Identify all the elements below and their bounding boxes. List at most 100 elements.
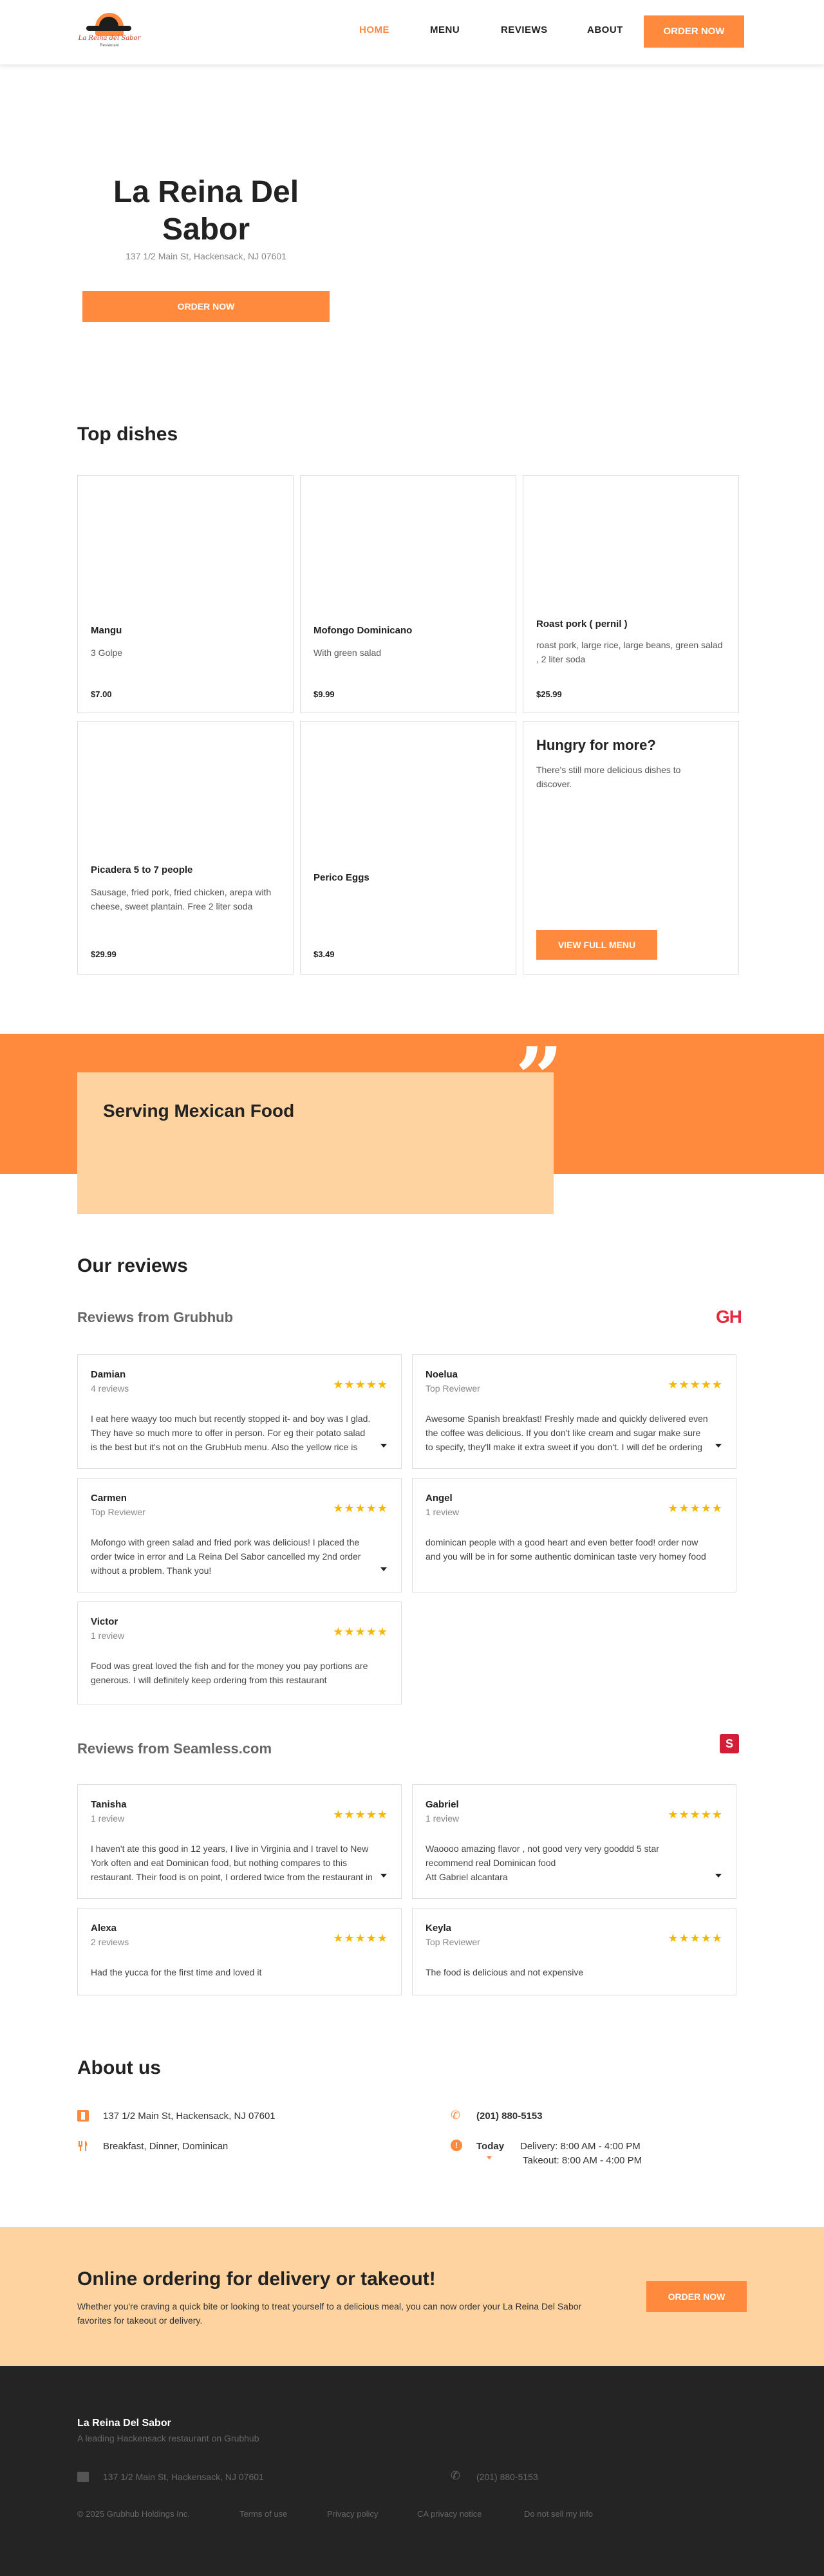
reviewer-meta: 2 reviews [91, 1937, 129, 1947]
footer-link-terms[interactable]: Terms of use [239, 2509, 287, 2519]
dish-description: Sausage, fried pork, fried chicken, arep… [91, 887, 272, 911]
more-dishes-title: Hungry for more? [536, 737, 656, 753]
footer-link-ca-privacy[interactable]: CA privacy notice [417, 2509, 482, 2519]
reviewer-name: Victor [91, 1616, 118, 1627]
footer-phone-icon: ✆ [451, 2469, 461, 2482]
seamless-logo-icon: S [720, 1734, 739, 1753]
reviewer-name: Alexa [91, 1923, 117, 1934]
phone-icon: ✆ [451, 2109, 461, 2122]
reviewer-name: Damian [91, 1369, 126, 1380]
review-card: Keyla Top Reviewer ★★★★★ The food is del… [412, 1908, 736, 1995]
footer-address: 137 1/2 Main St, Hackensack, NJ 07601 [103, 2472, 264, 2482]
map-icon [77, 2110, 89, 2122]
promo-box: Serving Mexican Food [77, 1072, 554, 1214]
hero-address: 137 1/2 Main St, Hackensack, NJ 07601 [126, 251, 286, 261]
clock-icon: ! [451, 2140, 462, 2151]
grubhub-logo-icon: GH [716, 1307, 742, 1327]
reviewer-name: Tanisha [91, 1799, 127, 1810]
reviewer-meta: 1 review [426, 1507, 460, 1517]
review-text: I haven't ate this good in 12 years, I l… [91, 1843, 373, 1882]
reviewer-meta: Top Reviewer [91, 1507, 145, 1517]
expand-caret-icon[interactable] [715, 1874, 722, 1878]
fork-knife-icon [79, 2141, 88, 2151]
reviewer-name: Keyla [426, 1923, 452, 1934]
site-footer: La Reina Del Sabor A leading Hackensack … [0, 2366, 824, 2576]
star-rating: ★★★★★ [668, 1808, 723, 1821]
seamless-reviews-heading: Reviews from Seamless.com [77, 1741, 272, 1757]
star-rating: ★★★★★ [333, 1378, 388, 1391]
nav-reviews[interactable]: REVIEWS [501, 24, 548, 35]
footer-tagline: A leading Hackensack restaurant on Grubh… [77, 2433, 259, 2443]
footer-restaurant-name: La Reina Del Sabor [77, 2418, 171, 2429]
footer-phone[interactable]: (201) 880-5153 [476, 2472, 538, 2482]
review-text: Food was great loved the fish and for th… [91, 1661, 368, 1685]
hero-order-button[interactable]: ORDER NOW [82, 291, 330, 322]
expand-caret-icon[interactable] [380, 1567, 387, 1571]
dish-description: 3 Golpe [91, 648, 123, 658]
dish-card[interactable]: Mangu 3 Golpe $7.00 [77, 475, 294, 713]
reviewer-name: Noelua [426, 1369, 458, 1380]
nav-home[interactable]: HOME [359, 24, 389, 35]
grubhub-reviews-heading: Reviews from Grubhub [77, 1309, 234, 1325]
hours-chevron-down-icon[interactable] [487, 2156, 492, 2160]
dish-name: Roast pork ( pernil ) [536, 619, 628, 630]
star-rating: ★★★★★ [333, 1502, 388, 1515]
dish-name: Picadera 5 to 7 people [91, 864, 193, 875]
reviewer-meta: 1 review [91, 1630, 125, 1641]
star-rating: ★★★★★ [333, 1932, 388, 1945]
dish-price: $7.00 [91, 689, 112, 699]
dish-card[interactable]: Mofongo Dominicano With green salad $9.9… [300, 475, 516, 713]
restaurant-logo[interactable]: La Reina del Sabor Restaurant [77, 10, 142, 50]
page: La Reina del Sabor Restaurant HOME MENU … [0, 0, 824, 2576]
footer-map-icon [77, 2472, 89, 2482]
about-phone[interactable]: (201) 880-5153 [476, 2111, 543, 2122]
review-card: Victor 1 review ★★★★★ Food was great lov… [77, 1601, 402, 1704]
dish-card[interactable]: Picadera 5 to 7 people Sausage, fried po… [77, 721, 294, 975]
footer-link-privacy[interactable]: Privacy policy [327, 2509, 378, 2519]
footer-copyright: © 2025 Grubhub Holdings Inc. [77, 2509, 191, 2519]
expand-caret-icon[interactable] [380, 1874, 387, 1878]
header-order-button[interactable]: ORDER NOW [644, 15, 744, 48]
top-dishes-heading: Top dishes [77, 424, 178, 445]
dish-card[interactable]: Perico Eggs $3.49 [300, 721, 516, 975]
online-ordering-description: Whether you're craving a quick bite or l… [77, 2301, 582, 2326]
review-card: Alexa 2 reviews ★★★★★ Had the yucca for … [77, 1908, 402, 1995]
logo-hat-brim [86, 26, 131, 31]
reviewer-name: Angel [426, 1493, 453, 1504]
review-text: The food is delicious and not expensive [426, 1967, 584, 1977]
review-text: I eat here waayy too much but recently s… [91, 1414, 371, 1452]
reviewer-meta: Top Reviewer [426, 1937, 480, 1947]
about-cuisine: Breakfast, Dinner, Dominican [103, 2141, 229, 2152]
star-rating: ★★★★★ [333, 1625, 388, 1638]
reviewer-meta: 4 reviews [91, 1383, 129, 1394]
nav-about[interactable]: ABOUT [587, 24, 623, 35]
hours-day-select[interactable]: Today [476, 2141, 504, 2152]
review-card: Gabriel 1 review ★★★★★ Waoooo amazing fl… [412, 1784, 736, 1899]
review-card: Noelua Top Reviewer ★★★★★ Awesome Spanis… [412, 1354, 736, 1469]
review-card: Angel 1 review ★★★★★ dominican people wi… [412, 1478, 736, 1592]
more-dishes-card: Hungry for more? There's still more deli… [523, 721, 739, 975]
dish-name: Mofongo Dominicano [314, 625, 413, 636]
hero-title: La Reina Del Sabor [113, 175, 299, 247]
review-card: Damian 4 reviews ★★★★★ I eat here waayy … [77, 1354, 402, 1469]
reviewer-name: Carmen [91, 1493, 127, 1504]
view-full-menu-button[interactable]: VIEW FULL MENU [536, 930, 657, 960]
dish-description: roast pork, large rice, large beans, gre… [536, 640, 723, 664]
quote-icon: ” [515, 1029, 563, 1127]
about-address: 137 1/2 Main St, Hackensack, NJ 07601 [103, 2111, 276, 2122]
nav-menu[interactable]: MENU [430, 24, 460, 35]
reviewer-name: Gabriel [426, 1799, 459, 1810]
online-ordering-section: Online ordering for delivery or takeout!… [0, 2227, 824, 2366]
dish-price: $3.49 [314, 949, 335, 959]
expand-caret-icon[interactable] [715, 1444, 722, 1448]
more-dishes-description: There's still more delicious dishes to d… [536, 765, 681, 789]
expand-caret-icon[interactable] [380, 1444, 387, 1448]
takeout-hours: Takeout: 8:00 AM - 4:00 PM [523, 2155, 642, 2166]
reviewer-meta: 1 review [426, 1813, 460, 1824]
dish-card[interactable]: Roast pork ( pernil ) roast pork, large … [523, 475, 739, 713]
footer-link-do-not-sell[interactable]: Do not sell my info [524, 2509, 593, 2519]
site-header: La Reina del Sabor Restaurant HOME MENU … [0, 0, 824, 64]
delivery-hours: Delivery: 8:00 AM - 4:00 PM [520, 2141, 641, 2152]
reviewer-meta: Top Reviewer [426, 1383, 480, 1394]
online-ordering-button[interactable]: ORDER NOW [646, 2281, 747, 2312]
